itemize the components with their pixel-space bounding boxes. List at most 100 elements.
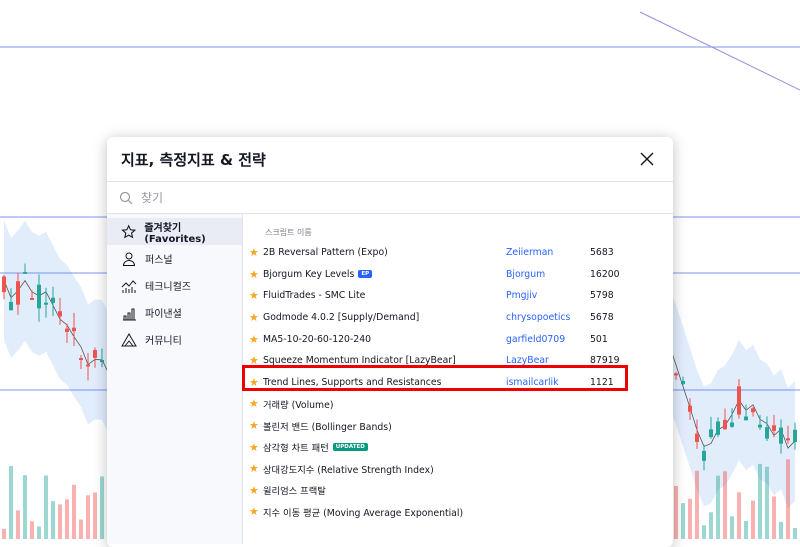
volume-bar (30, 521, 34, 539)
candle-body (681, 380, 685, 385)
volume-bar (716, 475, 720, 539)
script-name: 거래량 (Volume) (263, 399, 334, 411)
script-row[interactable]: ★ Bjorgum Key Levels EP Bjorgum 16200 (243, 264, 673, 286)
sidebar-item-3[interactable]: 파이낸셜 (107, 299, 242, 326)
volume-bar (730, 516, 734, 539)
candle-body (86, 364, 90, 367)
candle-body (79, 358, 83, 361)
favorite-star-icon[interactable]: ★ (249, 441, 263, 454)
script-row[interactable]: ★ 2B Reversal Pattern (Expo) Zeiierman 5683 (243, 242, 673, 264)
favorite-star-icon[interactable]: ★ (249, 376, 263, 389)
script-author-link[interactable]: Zeiierman (506, 247, 590, 258)
close-icon[interactable] (637, 149, 657, 169)
trend-line (639, 11, 800, 91)
volume-bar (772, 496, 776, 539)
candle-body (758, 424, 762, 428)
script-name: FluidTrades - SMC Lite (263, 290, 366, 302)
favorite-star-icon[interactable]: ★ (249, 311, 263, 324)
sidebar-item-2[interactable]: 테크니컬즈 (107, 272, 242, 299)
candle-body (716, 421, 720, 435)
volume-bar (793, 528, 797, 539)
script-likes-count: 501 (590, 333, 608, 345)
script-row[interactable]: ★ 볼린저 밴드 (Bollinger Bands) (243, 415, 673, 437)
volume-bar (79, 519, 83, 539)
script-row[interactable]: ★ Squeeze Momentum Indicator [LazyBear] La… (243, 350, 673, 372)
user-icon (122, 252, 136, 266)
favorite-star-icon[interactable]: ★ (249, 397, 263, 410)
sidebar-item-4[interactable]: 커뮤니티 (107, 326, 242, 353)
volume-bar (674, 485, 678, 539)
candle-body (2, 276, 6, 293)
dialog-title: 지표, 측정지표 & 전략 (121, 150, 266, 169)
favorite-star-icon[interactable]: ★ (249, 484, 263, 497)
script-author-link[interactable]: Bjorgum (506, 269, 590, 280)
script-name: 상대강도지수 (Relative Strength Index) (263, 464, 434, 476)
script-author-link[interactable]: ismailcarlik (506, 377, 590, 388)
candle-body (9, 301, 13, 311)
sidebar-item-0[interactable]: 즐겨찾기 (Favorites) (107, 218, 242, 245)
candle-body (44, 302, 48, 305)
volume-bar (688, 498, 692, 539)
script-author-link[interactable]: LazyBear (506, 355, 590, 366)
script-row[interactable]: ★ 상대강도지수 (Relative Strength Index) (243, 458, 673, 480)
script-badge: UPDATED (332, 443, 368, 452)
indicators-dialog: 지표, 측정지표 & 전략 즐겨찾기 (Favorites) 퍼스널테크니컬즈파이… (107, 137, 673, 547)
favorite-star-icon[interactable]: ★ (249, 462, 263, 475)
dialog-header: 지표, 측정지표 & 전략 (107, 137, 673, 182)
script-list: 스크립트 이름 ★ 2B Reversal Pattern (Expo) Zeiie… (243, 214, 673, 544)
candle-body (737, 386, 741, 415)
candle-body (709, 429, 713, 438)
candle-body (786, 438, 790, 441)
favorite-star-icon[interactable]: ★ (249, 246, 263, 259)
candle-body (793, 429, 797, 443)
search-icon (119, 191, 133, 204)
category-sidebar: 즐겨찾기 (Favorites) 퍼스널테크니컬즈파이낸셜 커뮤니티 (107, 214, 243, 544)
script-name: Godmode 4.0.2 [Supply/Demand] (263, 312, 420, 324)
script-name: 윌리엄스 프랙탈 (263, 486, 326, 498)
volume-bar (51, 501, 55, 539)
script-author-link[interactable]: garfield0709 (506, 334, 590, 345)
column-header-script-name: 스크립트 이름 (265, 228, 312, 237)
sidebar-item-label: 테크니컬즈 (145, 282, 191, 293)
candle-body (72, 327, 76, 332)
script-name: Bjorgum Key Levels (263, 268, 355, 280)
candle-body (751, 408, 755, 413)
candle-body (51, 297, 55, 303)
script-badge: EP (358, 270, 373, 279)
search-input[interactable] (139, 189, 543, 206)
script-row[interactable]: ★ 거래량 (Volume) (243, 393, 673, 415)
volume-bar (681, 503, 685, 539)
script-row[interactable]: ★ 윌리엄스 프랙탈 (243, 480, 673, 502)
script-row[interactable]: ★ Godmode 4.0.2 [Supply/Demand] chrysopoet… (243, 307, 673, 329)
volume-bar (16, 510, 20, 539)
candle-body (37, 284, 41, 309)
script-row[interactable]: ★ 삼각형 차트 패턴 UPDATED (243, 436, 673, 458)
script-row[interactable]: ★ 지수 이동 평균 (Moving Average Exponential) (243, 501, 673, 523)
volume-bar (744, 520, 748, 539)
script-row[interactable]: ★ MA5-10-20-60-120-240 garfield0709 501 (243, 328, 673, 350)
script-name: 2B Reversal Pattern (Expo) (263, 247, 388, 259)
volume-bar (65, 499, 69, 539)
volume-bar (37, 526, 41, 539)
sidebar-item-1[interactable]: 퍼스널 (107, 245, 242, 272)
favorite-star-icon[interactable]: ★ (249, 419, 263, 432)
script-name: 삼각형 차트 패턴 (263, 443, 329, 455)
script-author-link[interactable]: Pmgjiv (506, 290, 590, 301)
volume-bar (93, 492, 97, 539)
script-likes-count: 87919 (590, 355, 620, 367)
favorite-star-icon[interactable]: ★ (249, 268, 263, 281)
favorite-star-icon[interactable]: ★ (249, 354, 263, 367)
favorite-star-icon[interactable]: ★ (249, 505, 263, 518)
script-author-link[interactable]: chrysopoetics (506, 312, 590, 323)
candle-body (730, 422, 734, 427)
sidebar-item-label: 즐겨찾기 (Favorites) (144, 222, 206, 245)
favorite-star-icon[interactable]: ★ (249, 289, 263, 302)
script-name: 지수 이동 평균 (Moving Average Exponential) (263, 507, 464, 519)
candle-body (674, 373, 678, 376)
script-likes-count: 1121 (590, 376, 614, 388)
favorite-star-icon[interactable]: ★ (249, 333, 263, 346)
volume-bar (765, 466, 769, 539)
volume-bar (751, 500, 755, 539)
script-row[interactable]: ★ Trend Lines, Supports and Resistances is… (243, 372, 673, 394)
script-row[interactable]: ★ FluidTrades - SMC Lite Pmgjiv 5798 (243, 285, 673, 307)
